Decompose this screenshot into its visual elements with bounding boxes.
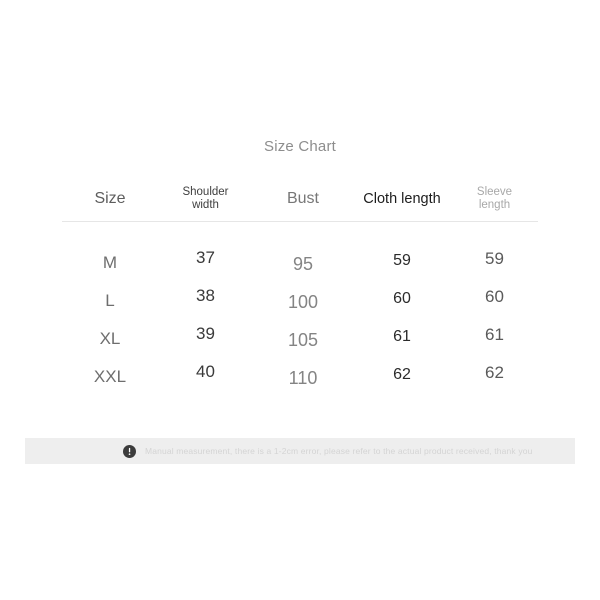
cell-sleeve: 59 [485, 249, 504, 268]
column-header-sleeve-line1: Sleeve [476, 186, 513, 199]
cell-shoulder: 40 [196, 362, 215, 381]
size-chart-table: Size Shoulder width Bust Cloth length Sl… [62, 176, 538, 396]
cell-sleeve: 62 [485, 363, 504, 382]
cell-sleeve: 60 [485, 287, 504, 306]
cell-cloth: 62 [393, 366, 411, 383]
size-chart-canvas: Size Chart Size Shoulder width Bust Clot… [0, 0, 600, 600]
table-row: M 37 95 59 59 [62, 222, 538, 282]
cell-shoulder: 39 [196, 324, 215, 343]
table-row: XL 39 105 61 61 [62, 320, 538, 358]
cell-sleeve: 61 [485, 325, 504, 344]
exclamation-circle-icon [123, 444, 136, 458]
table-header-row: Size Shoulder width Bust Cloth length Sl… [62, 176, 538, 222]
column-header-sleeve-length: Sleeve length [451, 176, 538, 222]
cell-cloth: 59 [393, 252, 411, 269]
column-header-bust: Bust [286, 190, 319, 208]
cell-size: XXL [93, 367, 127, 386]
cell-shoulder: 37 [196, 248, 215, 267]
column-header-sleeve-line2: length [478, 199, 511, 211]
table-row: XXL 40 110 62 62 [62, 358, 538, 396]
column-header-shoulder-line1: Shoulder [182, 186, 229, 199]
cell-size: XL [99, 329, 121, 348]
column-header-size: Size [94, 190, 126, 208]
cell-cloth: 61 [393, 328, 411, 345]
column-header-shoulder-width: Shoulder width [158, 176, 253, 222]
column-header-shoulder-line2: width [192, 199, 219, 211]
cell-bust: 95 [292, 253, 314, 274]
page-title: Size Chart [263, 138, 337, 155]
cell-bust: 100 [287, 291, 319, 312]
measurement-note-bar: Manual measurement, there is a 1-2cm err… [25, 438, 575, 464]
cell-size: L [105, 291, 115, 310]
column-header-cloth-length: Cloth length [363, 190, 441, 207]
cell-bust: 105 [287, 329, 319, 350]
cell-bust: 110 [288, 367, 318, 388]
header-divider [62, 221, 538, 222]
cell-cloth: 60 [393, 290, 411, 307]
measurement-note-text: Manual measurement, there is a 1-2cm err… [145, 446, 533, 456]
cell-size: M [102, 253, 118, 272]
table-row: L 38 100 60 60 [62, 282, 538, 320]
cell-shoulder: 38 [196, 286, 215, 305]
